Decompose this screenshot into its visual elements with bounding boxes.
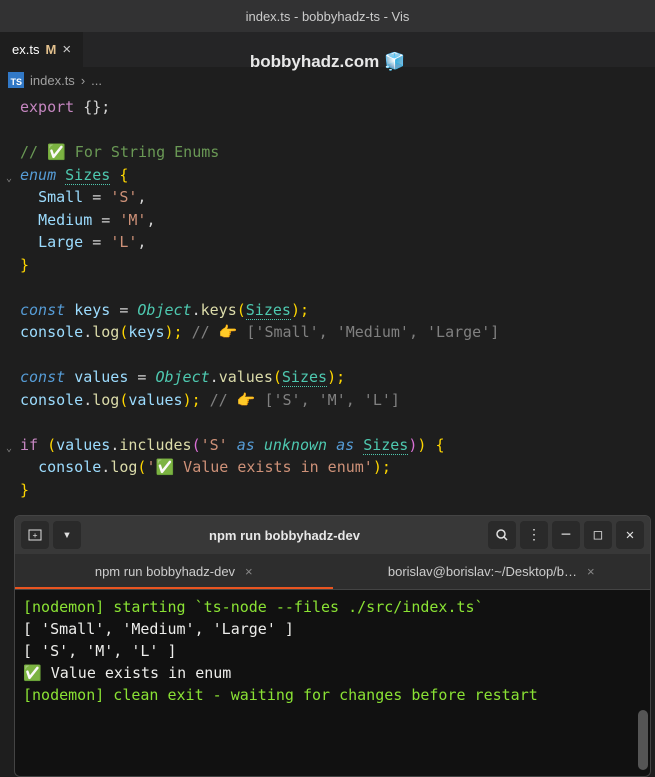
typescript-icon: TS [8,72,24,88]
terminal-line: [ 'S', 'M', 'L' ] [23,640,642,662]
search-button[interactable] [488,521,516,549]
breadcrumb-separator: › [81,73,85,88]
close-icon: ✕ [626,527,634,543]
tab-modified-indicator: M [45,42,56,57]
search-icon [495,528,509,542]
window-titlebar: index.ts - bobbyhadz-ts - Vis [0,0,655,32]
terminal-tab-label: borislav@borislav:~/Desktop/b… [388,564,577,579]
breadcrumb-more: ... [91,73,102,88]
editor-tab-bar: ex.ts M × [0,32,655,68]
kebab-menu-icon: ⋮ [527,527,541,543]
terminal-line: [ 'Small', 'Medium', 'Large' ] [23,618,642,640]
terminal-panel: + ▾ npm run bobbyhadz-dev ⋮ ─ □ ✕ npm ru… [14,515,651,777]
dropdown-button[interactable]: ▾ [53,521,81,549]
svg-text:+: + [33,531,38,540]
terminal-line: [nodemon] clean exit - waiting for chang… [23,684,642,706]
terminal-line: [nodemon] starting `ts-node --files ./sr… [23,596,642,618]
chevron-down-icon: ▾ [63,527,71,543]
minimize-icon: ─ [562,527,570,543]
terminal-title: npm run bobbyhadz-dev [85,528,484,543]
terminal-tab[interactable]: borislav@borislav:~/Desktop/b… × [333,554,651,589]
maximize-button[interactable]: □ [584,521,612,549]
terminal-output[interactable]: [nodemon] starting `ts-node --files ./sr… [15,590,650,776]
terminal-line: ✅ Value exists in enum [23,662,642,684]
minimize-button[interactable]: ─ [552,521,580,549]
terminal-tabs: npm run bobbyhadz-dev × borislav@borisla… [15,554,650,590]
code-editor[interactable]: export {}; // ✅ For String Enums ⌄enum S… [0,92,655,505]
new-tab-button[interactable]: + [21,521,49,549]
close-window-button[interactable]: ✕ [616,521,644,549]
close-icon[interactable]: × [587,564,595,579]
scrollbar-thumb[interactable] [638,710,648,770]
close-icon[interactable]: × [245,564,253,579]
terminal-titlebar: + ▾ npm run bobbyhadz-dev ⋮ ─ □ ✕ [15,516,650,554]
menu-button[interactable]: ⋮ [520,521,548,549]
breadcrumb[interactable]: TS index.ts › ... [0,68,655,92]
chevron-down-icon[interactable]: ⌄ [6,438,12,461]
editor-tab[interactable]: ex.ts M × [0,32,83,67]
terminal-tab-label: npm run bobbyhadz-dev [95,564,235,579]
terminal-tab-active[interactable]: npm run bobbyhadz-dev × [15,554,333,589]
chevron-down-icon[interactable]: ⌄ [6,168,12,191]
terminal-plus-icon: + [28,528,42,542]
tab-filename: ex.ts [12,42,39,57]
maximize-icon: □ [594,527,602,543]
breadcrumb-file: index.ts [30,73,75,88]
close-icon[interactable]: × [62,41,71,58]
window-title: index.ts - bobbyhadz-ts - Vis [246,9,410,24]
